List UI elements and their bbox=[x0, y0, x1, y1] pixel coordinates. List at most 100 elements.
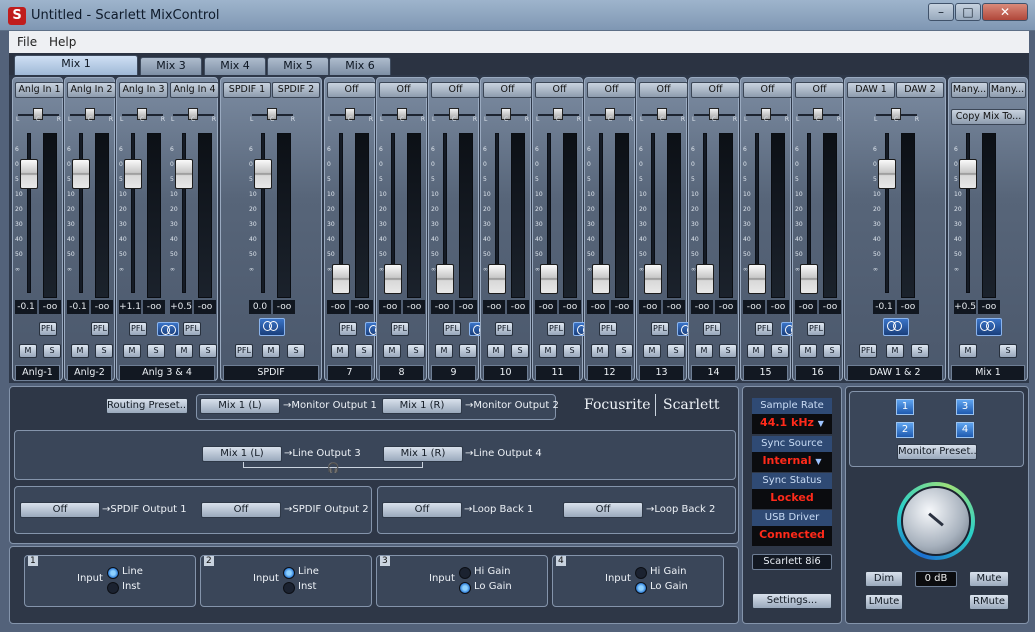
solo-button[interactable]: S bbox=[911, 344, 929, 358]
source-select[interactable]: Off bbox=[535, 82, 584, 98]
pfl-button[interactable]: PFL bbox=[235, 344, 253, 358]
mute-button[interactable]: M bbox=[331, 344, 349, 358]
mute-button[interactable]: M bbox=[539, 344, 557, 358]
pfl-button[interactable]: PFL bbox=[547, 322, 565, 336]
tab-mix-1[interactable]: Mix 1 bbox=[14, 55, 138, 75]
maximize-icon[interactable]: □ bbox=[955, 3, 981, 21]
route-src-loop2[interactable]: Off bbox=[563, 502, 643, 518]
mute-button[interactable]: M bbox=[959, 344, 977, 358]
fader-handle[interactable] bbox=[124, 159, 142, 189]
mute-button[interactable]: M bbox=[383, 344, 401, 358]
fader-handle[interactable] bbox=[696, 264, 714, 294]
sync-source-value[interactable]: Internal ▼ bbox=[752, 452, 832, 472]
fader-handle[interactable] bbox=[332, 264, 350, 294]
fader-handle[interactable] bbox=[20, 159, 38, 189]
pan-slider[interactable]: LCR bbox=[380, 108, 425, 123]
solo-button[interactable]: S bbox=[563, 344, 581, 358]
pan-slider[interactable]: LCR bbox=[692, 108, 737, 123]
tab-mix-6[interactable]: Mix 6 bbox=[329, 57, 391, 75]
dim-button[interactable]: Dim bbox=[865, 571, 903, 587]
source-select[interactable]: Off bbox=[379, 82, 428, 98]
option-b-radio[interactable] bbox=[283, 582, 295, 594]
solo-button[interactable]: S bbox=[355, 344, 373, 358]
solo-button[interactable]: S bbox=[771, 344, 789, 358]
solo-button[interactable]: S bbox=[999, 344, 1017, 358]
option-a-radio[interactable] bbox=[459, 567, 471, 579]
source-select[interactable]: Anlg In 3 bbox=[119, 82, 168, 98]
fader-handle[interactable] bbox=[175, 159, 193, 189]
mute-button[interactable]: Mute bbox=[969, 571, 1009, 587]
source-select-right[interactable]: SPDIF 2 bbox=[272, 82, 320, 98]
pfl-button[interactable]: PFL bbox=[39, 322, 57, 336]
pfl-button[interactable]: PFL bbox=[339, 322, 357, 336]
pfl-button[interactable]: PFL bbox=[807, 322, 825, 336]
option-a-radio[interactable] bbox=[107, 567, 119, 579]
fader-handle[interactable] bbox=[592, 264, 610, 294]
solo-button[interactable]: S bbox=[287, 344, 305, 358]
pan-slider[interactable]: LCR bbox=[250, 108, 295, 123]
source-select-left[interactable]: SPDIF 1 bbox=[223, 82, 271, 98]
mute-button[interactable]: M bbox=[123, 344, 141, 358]
routing-preset-button[interactable]: Routing Preset... bbox=[106, 398, 188, 414]
mute-button[interactable]: M bbox=[695, 344, 713, 358]
monitor-2-button[interactable]: 2 bbox=[896, 422, 914, 438]
fader-handle[interactable] bbox=[384, 264, 402, 294]
pan-slider[interactable]: LCR bbox=[16, 108, 61, 123]
source-select[interactable]: Off bbox=[743, 82, 792, 98]
mute-button[interactable]: M bbox=[643, 344, 661, 358]
route-src-line3[interactable]: Mix 1 (L) bbox=[202, 446, 282, 462]
pan-slider[interactable]: LCR bbox=[328, 108, 373, 123]
stereo-link-icon[interactable] bbox=[976, 318, 1002, 336]
pan-slider[interactable]: LCR bbox=[171, 108, 216, 123]
close-icon[interactable]: ✕ bbox=[982, 3, 1028, 21]
solo-button[interactable]: S bbox=[615, 344, 633, 358]
pfl-button[interactable]: PFL bbox=[755, 322, 773, 336]
mute-button[interactable]: M bbox=[487, 344, 505, 358]
option-b-radio[interactable] bbox=[459, 582, 471, 594]
pfl-button[interactable]: PFL bbox=[651, 322, 669, 336]
mute-button[interactable]: M bbox=[886, 344, 904, 358]
solo-button[interactable]: S bbox=[199, 344, 217, 358]
pfl-button[interactable]: PFL bbox=[443, 322, 461, 336]
option-a-radio[interactable] bbox=[283, 567, 295, 579]
pan-slider[interactable]: LCR bbox=[432, 108, 477, 123]
fader-handle[interactable] bbox=[72, 159, 90, 189]
tab-mix-5[interactable]: Mix 5 bbox=[267, 57, 329, 75]
fader-handle[interactable] bbox=[488, 264, 506, 294]
fader-handle[interactable] bbox=[748, 264, 766, 294]
solo-button[interactable]: S bbox=[147, 344, 165, 358]
mute-button[interactable]: M bbox=[19, 344, 37, 358]
source-select[interactable]: Off bbox=[483, 82, 532, 98]
pfl-button[interactable]: PFL bbox=[703, 322, 721, 336]
stereo-link-icon[interactable] bbox=[883, 318, 909, 336]
monitor-preset-button[interactable]: Monitor Preset... bbox=[897, 444, 977, 460]
solo-button[interactable]: S bbox=[407, 344, 425, 358]
source-select[interactable]: Off bbox=[431, 82, 480, 98]
mute-button[interactable]: M bbox=[175, 344, 193, 358]
menu-file[interactable]: File bbox=[17, 35, 37, 49]
pan-slider[interactable]: LCR bbox=[484, 108, 529, 123]
fader-handle[interactable] bbox=[878, 159, 896, 189]
route-src-line4[interactable]: Mix 1 (R) bbox=[383, 446, 463, 462]
source-select[interactable]: Off bbox=[639, 82, 688, 98]
sample-rate-value[interactable]: 44.1 kHz ▼ bbox=[752, 414, 832, 434]
source-select[interactable]: Anlg In 1 bbox=[15, 82, 64, 98]
volume-knob[interactable] bbox=[897, 482, 975, 560]
solo-button[interactable]: S bbox=[823, 344, 841, 358]
solo-button[interactable]: S bbox=[95, 344, 113, 358]
fader-handle[interactable] bbox=[254, 159, 272, 189]
mute-button[interactable]: M bbox=[71, 344, 89, 358]
pan-slider[interactable]: LCR bbox=[68, 108, 113, 123]
mute-button[interactable]: M bbox=[799, 344, 817, 358]
fader-handle[interactable] bbox=[800, 264, 818, 294]
mute-button[interactable]: M bbox=[262, 344, 280, 358]
pfl-button[interactable]: PFL bbox=[129, 322, 147, 336]
option-a-radio[interactable] bbox=[635, 567, 647, 579]
pan-slider[interactable]: LCR bbox=[874, 108, 919, 123]
monitor-3-button[interactable]: 3 bbox=[956, 399, 974, 415]
pfl-button[interactable]: PFL bbox=[91, 322, 109, 336]
monitor-4-button[interactable]: 4 bbox=[956, 422, 974, 438]
stereo-link-icon[interactable] bbox=[259, 318, 285, 336]
source-select[interactable]: Anlg In 4 bbox=[170, 82, 219, 98]
route-src-spdif1[interactable]: Off bbox=[20, 502, 100, 518]
